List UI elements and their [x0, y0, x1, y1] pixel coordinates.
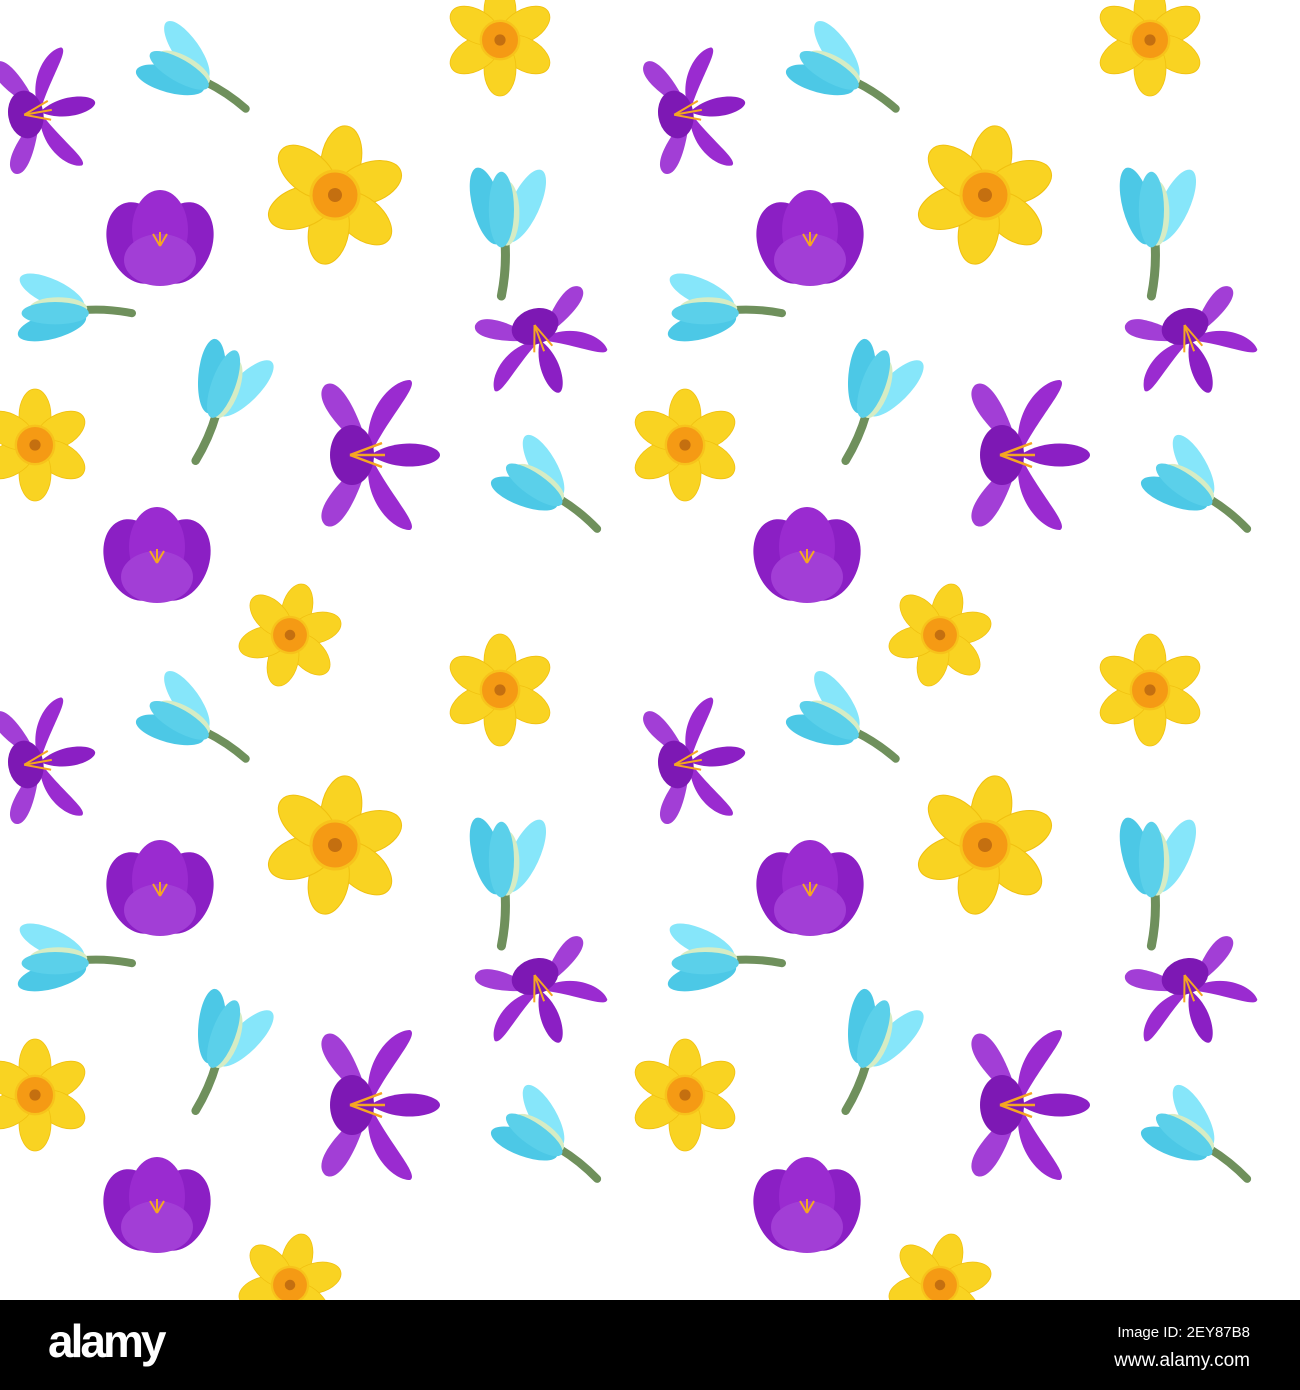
daffodil-flower	[224, 569, 356, 701]
daffodil-flower	[901, 762, 1069, 928]
snowdrop-flower	[777, 659, 919, 788]
snowdrop-flower	[1113, 164, 1205, 296]
snowdrop-flower	[665, 916, 782, 998]
site-url[interactable]: www.alamy.com	[1114, 1350, 1250, 1372]
floral-pattern	[0, 0, 1300, 1300]
daffodil-flower	[251, 762, 419, 928]
crocus-cup-flower	[741, 506, 873, 611]
snowdrop-flower	[463, 814, 555, 946]
alamy-logo[interactable]: alamy	[48, 1314, 166, 1368]
snowdrop-flower	[777, 9, 919, 138]
crocus-cup-flower	[741, 1156, 873, 1261]
daffodil-flower	[251, 112, 419, 278]
snowdrop-flower	[15, 916, 132, 998]
snowdrop-flower	[127, 9, 269, 138]
crocus-open-flower	[469, 931, 617, 1065]
snowdrop-flower	[161, 331, 285, 478]
snowdrop-flower	[463, 164, 555, 296]
daffodil-flower	[224, 1219, 356, 1300]
daffodil-flower	[627, 1037, 743, 1153]
image-id: Image ID: 2EY87B8	[1117, 1324, 1250, 1341]
daffodil-flower	[874, 1219, 1006, 1300]
crocus-open-flower	[320, 378, 442, 532]
crocus-open-flower	[640, 692, 757, 829]
snowdrop-flower	[1113, 814, 1205, 946]
snowdrop-flower	[161, 981, 285, 1128]
snowdrop-flower	[481, 1073, 624, 1207]
daffodil-flower	[1092, 0, 1208, 98]
crocus-open-flower	[469, 281, 617, 415]
snowdrop-flower	[665, 266, 782, 348]
snowdrop-flower	[1131, 423, 1274, 557]
crocus-cup-flower	[91, 1156, 223, 1261]
daffodil-flower	[1092, 632, 1208, 748]
crocus-cup-flower	[94, 839, 226, 944]
crocus-open-flower	[1119, 281, 1267, 415]
watermark-footer: alamy Image ID: 2EY87B8 www.alamy.com	[0, 1300, 1300, 1390]
crocus-open-flower	[320, 1028, 442, 1182]
crocus-cup-flower	[91, 506, 223, 611]
crocus-cup-flower	[94, 189, 226, 294]
crocus-open-flower	[970, 1028, 1092, 1182]
snowdrop-flower	[15, 266, 132, 348]
crocus-cup-flower	[744, 839, 876, 944]
crocus-cup-flower	[744, 189, 876, 294]
crocus-open-flower	[0, 692, 107, 829]
daffodil-flower	[442, 632, 558, 748]
daffodil-flower	[442, 0, 558, 98]
daffodil-flower	[874, 569, 1006, 701]
snowdrop-flower	[127, 659, 269, 788]
crocus-open-flower	[1119, 931, 1267, 1065]
daffodil-flower	[0, 387, 93, 503]
snowdrop-flower	[811, 981, 935, 1128]
daffodil-flower	[0, 1037, 93, 1153]
crocus-open-flower	[970, 378, 1092, 532]
crocus-open-flower	[640, 42, 757, 179]
snowdrop-flower	[811, 331, 935, 478]
daffodil-flower	[627, 387, 743, 503]
snowdrop-flower	[1131, 1073, 1274, 1207]
crocus-open-flower	[0, 42, 107, 179]
snowdrop-flower	[481, 423, 624, 557]
daffodil-flower	[901, 112, 1069, 278]
